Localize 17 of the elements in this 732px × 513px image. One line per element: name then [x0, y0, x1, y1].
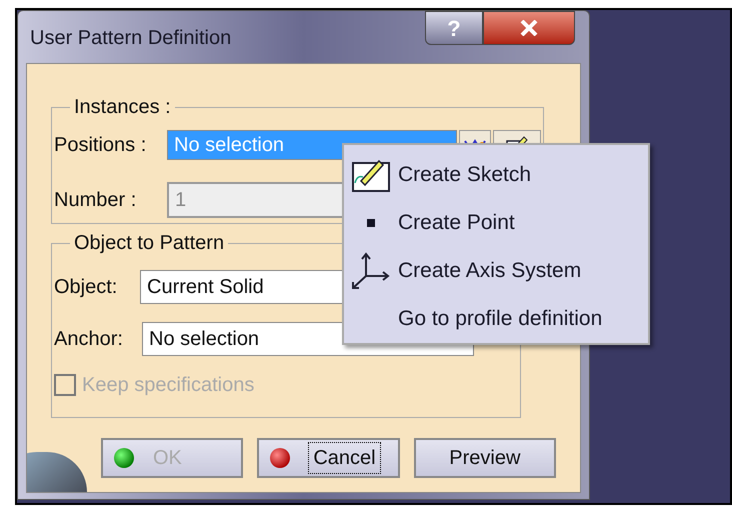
field-label: Number : — [54, 188, 138, 213]
status-ball-icon — [113, 447, 135, 469]
checkbox-label: Keep specifications — [82, 373, 254, 398]
field-label: Positions : — [54, 133, 148, 158]
close-button[interactable] — [483, 11, 575, 45]
window-title: User Pattern Definition — [30, 26, 232, 51]
field-label: Anchor: — [54, 327, 124, 352]
group-label: Instances : — [73, 95, 172, 120]
cancel-button[interactable]: Cancel — [257, 438, 400, 478]
close-icon — [520, 20, 538, 36]
preview-button[interactable]: Preview — [414, 438, 556, 478]
axis-system-icon — [350, 252, 392, 290]
pencil-sketch-icon — [351, 157, 391, 193]
group-label: Object to Pattern — [73, 231, 226, 256]
status-ball-icon — [269, 447, 292, 469]
field-label: Object: — [54, 275, 118, 300]
point-icon — [366, 218, 376, 228]
